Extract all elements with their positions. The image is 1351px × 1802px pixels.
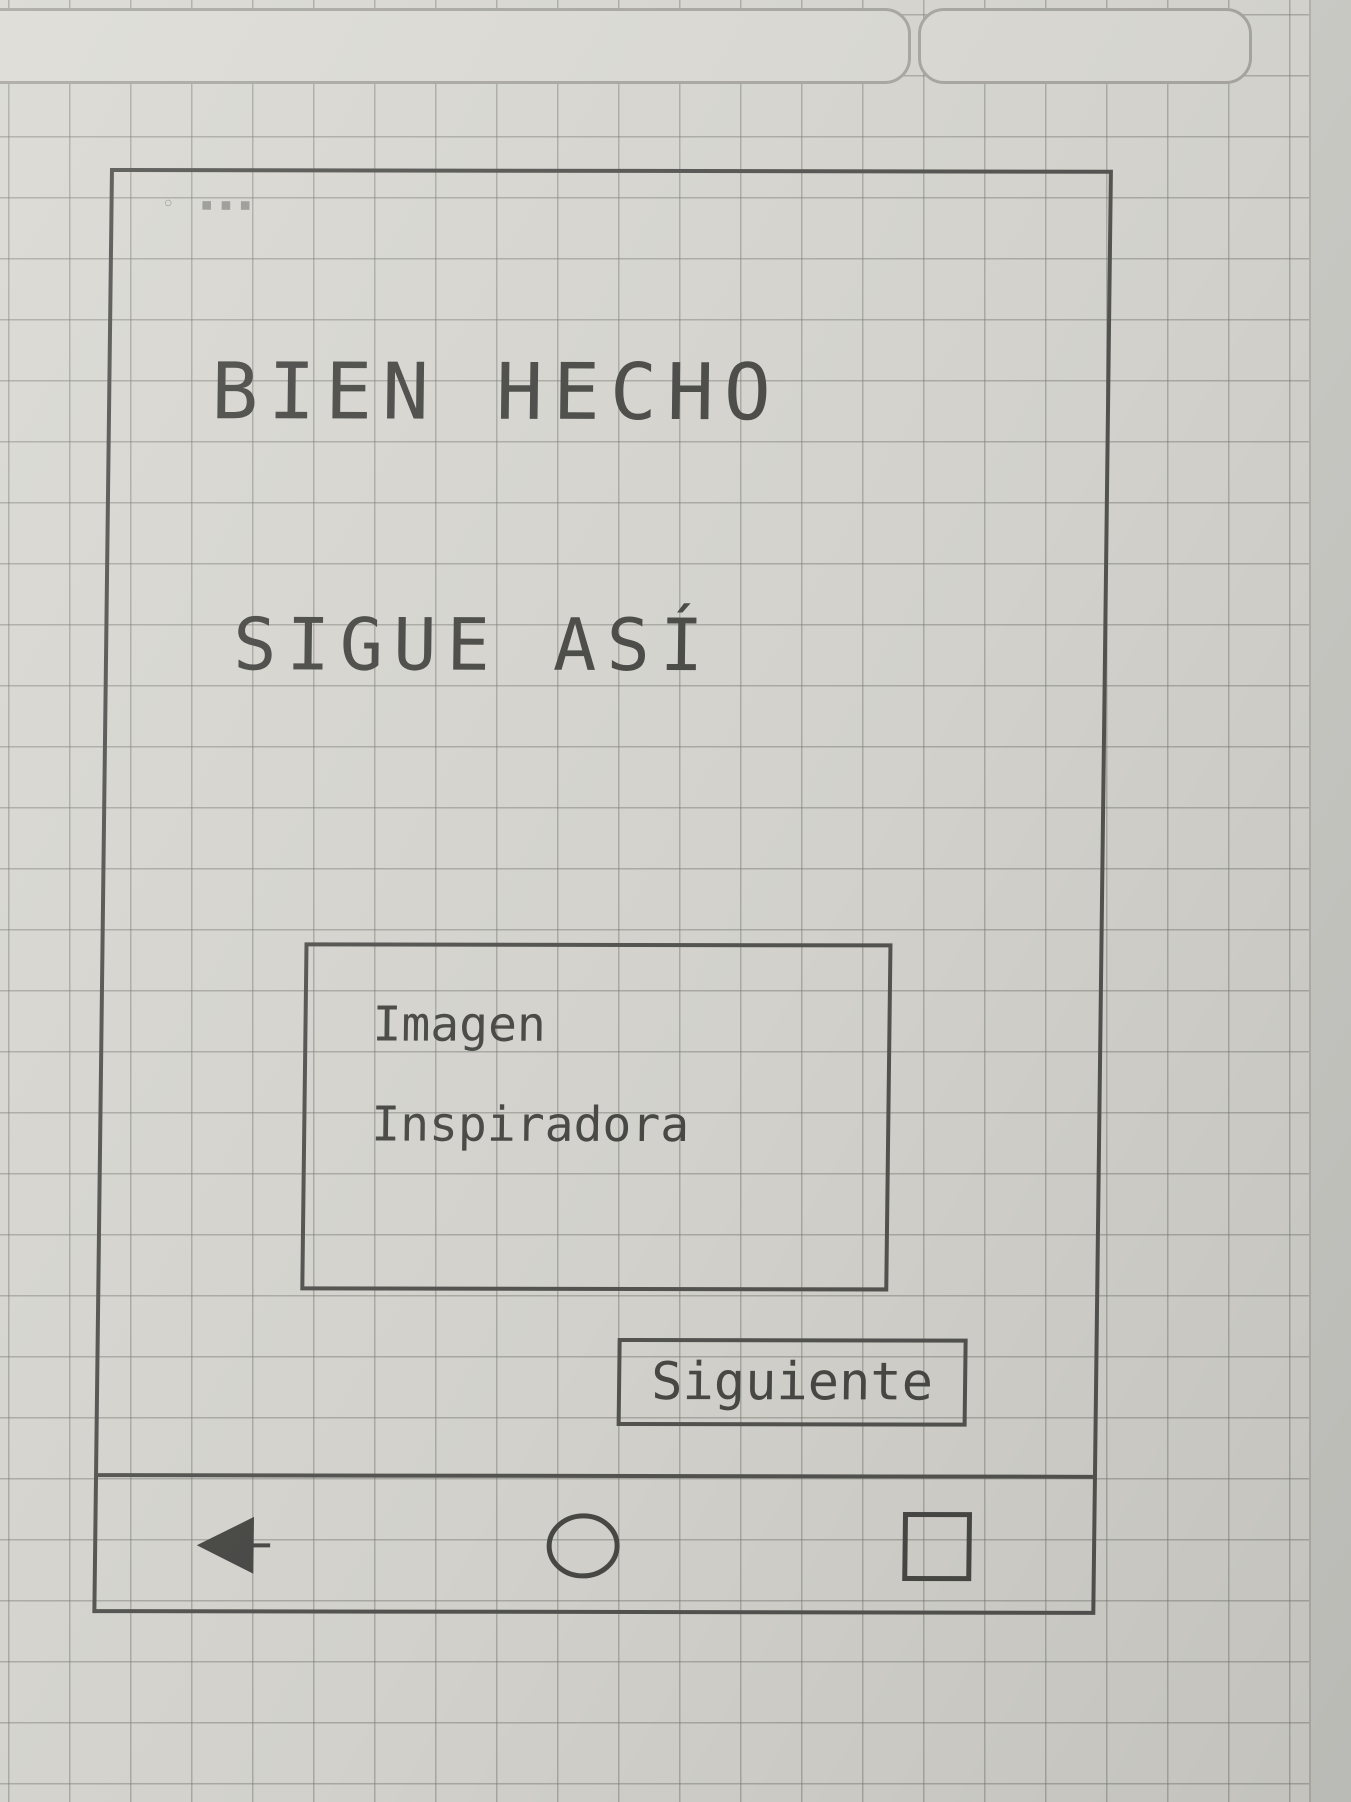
congrats-heading: BIEN HECHO [210, 347, 782, 439]
image-placeholder-caption: Imagen Inspiradora [370, 996, 690, 1154]
notebook-tab-left [0, 8, 911, 84]
recent-apps-square-icon[interactable] [897, 1506, 978, 1586]
android-nav-bar [96, 1473, 1093, 1611]
encouragement-subheading: SIGUE ASÍ [232, 602, 714, 688]
inspirational-image-placeholder: Imagen Inspiradora [300, 942, 893, 1292]
status-bar-icons: ◦ ▪▪▪ [161, 192, 258, 218]
back-triangle-icon[interactable] [192, 1505, 273, 1585]
phone-frame: ◦ ▪▪▪ BIEN HECHO SIGUE ASÍ Imagen Inspir… [92, 168, 1113, 1615]
notebook-page-edge [1309, 0, 1351, 1802]
notebook-tab-right [918, 8, 1252, 84]
next-button[interactable]: Siguiente [616, 1337, 968, 1427]
home-circle-icon[interactable] [543, 1506, 624, 1586]
next-button-label: Siguiente [650, 1352, 934, 1413]
